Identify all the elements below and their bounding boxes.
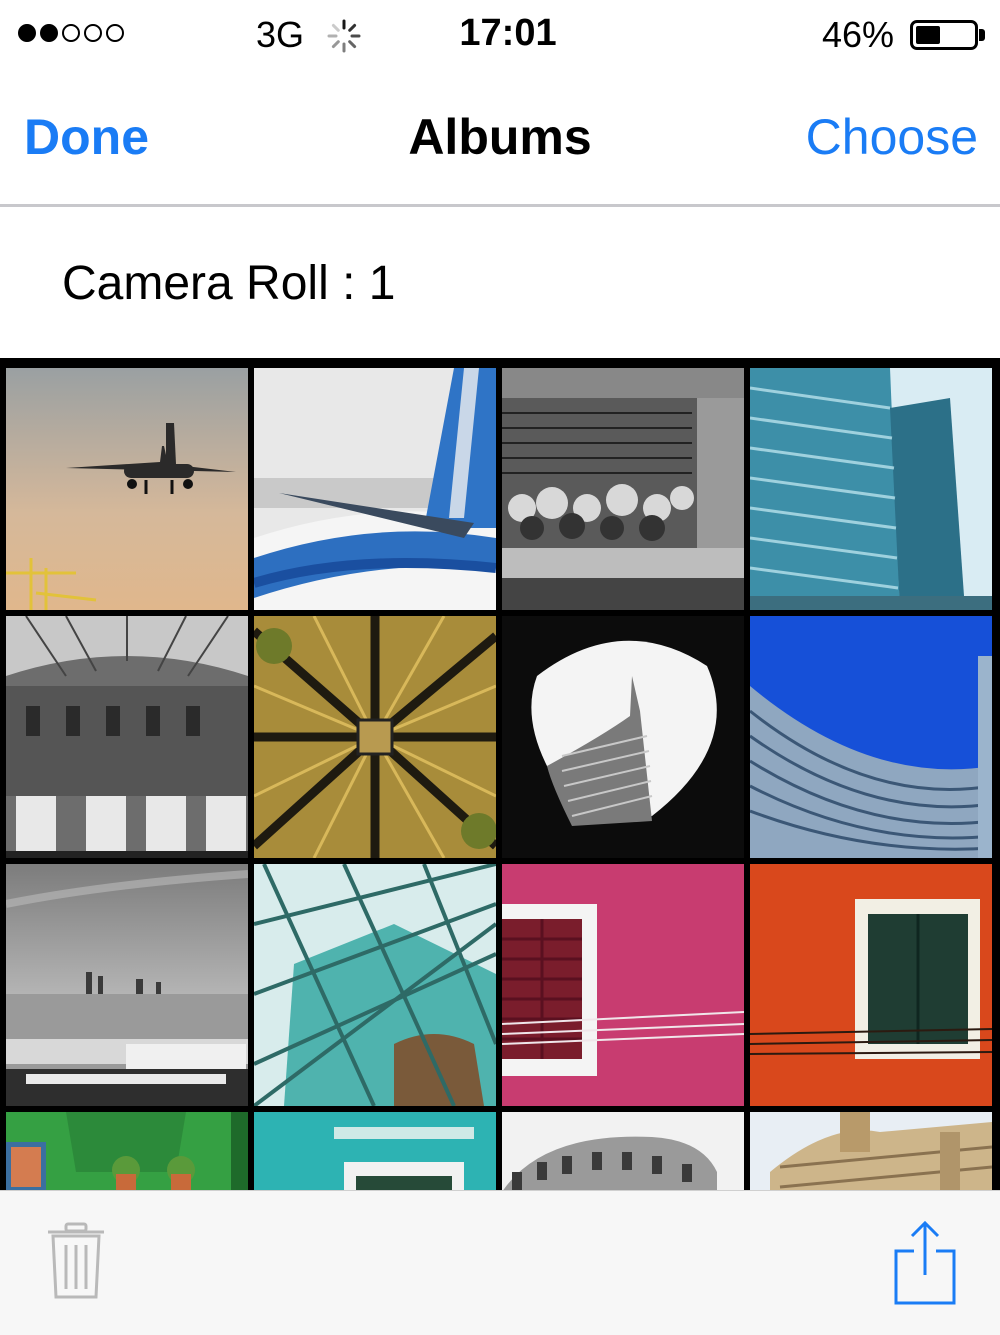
status-bar: 3G 17:01 46% — [0, 0, 1000, 72]
photo-aerial-star-city[interactable] — [254, 616, 496, 858]
photo-airplane-landing[interactable] — [6, 368, 248, 610]
choose-button[interactable]: Choose — [806, 108, 978, 166]
photo-curved-blue-building[interactable] — [750, 616, 992, 858]
photo-colosseum[interactable] — [502, 1112, 744, 1190]
album-heading: Camera Roll : 1 — [62, 257, 396, 310]
photo-teal-house-window[interactable] — [254, 1112, 496, 1190]
photo-pink-wall-window[interactable] — [502, 864, 744, 1106]
battery-percentage: 46% — [822, 14, 895, 55]
photo-grid — [0, 358, 1000, 1190]
trash-icon[interactable] — [44, 1221, 108, 1301]
photo-orange-wall-window[interactable] — [750, 864, 992, 1106]
photo-city-skyline[interactable] — [6, 864, 248, 1106]
photo-ornate-facade[interactable] — [750, 1112, 992, 1190]
photo-green-house-flowers[interactable] — [6, 1112, 248, 1190]
photo-glass-canopy[interactable] — [254, 864, 496, 1106]
photo-tower-through-oculus[interactable] — [502, 616, 744, 858]
photo-galleria-arcade[interactable] — [6, 616, 248, 858]
battery-icon — [910, 20, 978, 50]
share-icon[interactable] — [892, 1219, 958, 1307]
photo-flower-market[interactable] — [502, 368, 744, 610]
navigation-bar: Done Albums Choose — [0, 72, 1000, 207]
photo-glass-tower[interactable] — [750, 368, 992, 610]
photo-airplane-tail[interactable] — [254, 368, 496, 610]
bottom-toolbar — [0, 1190, 1000, 1335]
